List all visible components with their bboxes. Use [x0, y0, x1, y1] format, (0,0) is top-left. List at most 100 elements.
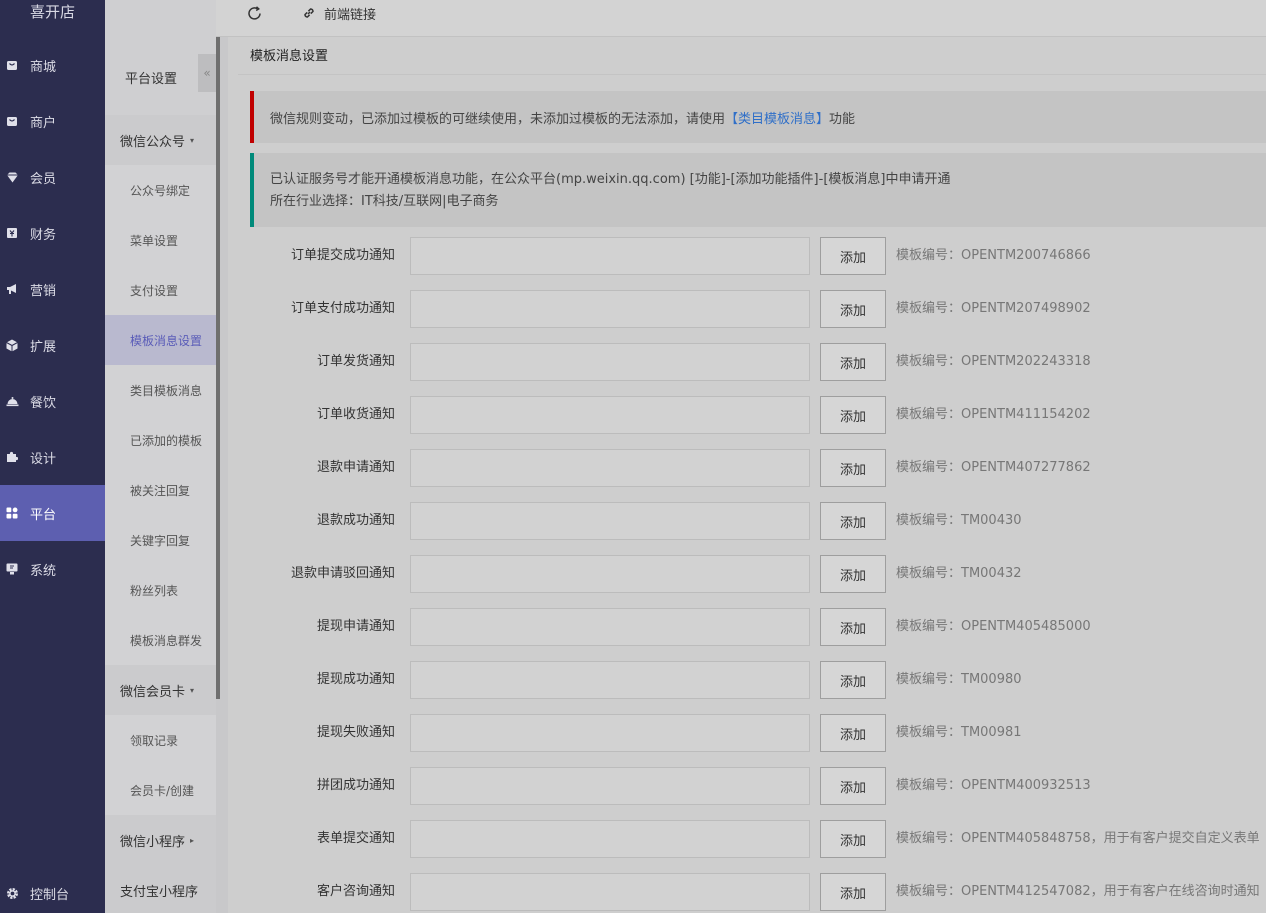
subnav-item-template-broadcast[interactable]: 模板消息群发	[105, 615, 216, 665]
subnav-group-label: 微信公众号	[120, 134, 186, 150]
template-row: 提现申请通知 添加 模板编号：OPENTM405485000	[228, 608, 1266, 646]
add-template-button[interactable]: 添加	[820, 502, 886, 540]
template-id-input[interactable]	[410, 767, 810, 805]
subnav-group-label: 微信会员卡	[120, 684, 186, 700]
subnav-item-card-create[interactable]: 会员卡/创建	[105, 765, 216, 815]
category-template-link[interactable]: 【类目模板消息】	[725, 108, 829, 127]
notice-line: 所在行业选择：IT科技/互联网|电子商务	[270, 194, 499, 209]
nav-item-label: 财务	[30, 227, 57, 243]
template-id-input[interactable]	[410, 343, 810, 381]
gear-icon	[5, 886, 19, 900]
subnav-item-keyword-reply[interactable]: 关键字回复	[105, 515, 216, 565]
nav-item-extend[interactable]: 扩展	[0, 317, 105, 373]
template-id-input[interactable]	[410, 290, 810, 328]
nav-item-label: 餐饮	[30, 395, 57, 411]
template-row: 客户咨询通知 添加 模板编号：OPENTM412547082，用于有客户在线咨询时通…	[228, 873, 1266, 911]
add-template-button[interactable]: 添加	[820, 449, 886, 487]
nav-item-finance[interactable]: 财务	[0, 205, 105, 261]
nav-item-label: 会员	[30, 171, 57, 187]
sidebar-scrollbar[interactable]	[216, 37, 220, 699]
add-template-button[interactable]: 添加	[820, 714, 886, 752]
subnav-item-payment-settings[interactable]: 支付设置	[105, 265, 216, 315]
template-row: 提现失败通知 添加 模板编号：TM00981	[228, 714, 1266, 752]
add-template-button[interactable]: 添加	[820, 661, 886, 699]
puzzle-icon	[5, 450, 19, 464]
template-row: 订单收货通知 添加 模板编号：OPENTM411154202	[228, 396, 1266, 434]
add-template-button[interactable]: 添加	[820, 555, 886, 593]
service-account-notice: 已认证服务号才能开通模板消息功能，在公众平台(mp.weixin.qq.com)…	[250, 153, 1266, 227]
subnav-item-menu-settings[interactable]: 菜单设置	[105, 215, 216, 265]
template-id-input[interactable]	[410, 396, 810, 434]
template-label: 订单提交成功通知	[290, 248, 395, 263]
template-id-input[interactable]	[410, 608, 810, 646]
add-template-button[interactable]: 添加	[820, 873, 886, 911]
monitor-icon	[5, 562, 19, 576]
subnav-item-account-binding[interactable]: 公众号绑定	[105, 165, 216, 215]
template-id-input[interactable]	[410, 873, 810, 911]
add-template-button[interactable]: 添加	[820, 343, 886, 381]
secondary-sidebar: 平台设置 « 微信公众号 ▾ 公众号绑定 菜单设置 支付设置 模板消息设置 类目…	[105, 0, 216, 913]
template-code: 模板编号：TM00980	[896, 672, 1022, 687]
nav-item-member[interactable]: 会员	[0, 149, 105, 205]
nav-item-merchant[interactable]: 商户	[0, 93, 105, 149]
store-icon	[5, 58, 19, 72]
add-template-button[interactable]: 添加	[820, 767, 886, 805]
nav-item-design[interactable]: 设计	[0, 429, 105, 485]
nav-item-label: 设计	[30, 451, 57, 467]
subnav-item-category-template[interactable]: 类目模板消息	[105, 365, 216, 415]
nav-item-store[interactable]: 商城	[0, 37, 105, 93]
subnav-group-wechat-official[interactable]: 微信公众号 ▾	[105, 115, 216, 165]
template-label: 订单发货通知	[316, 354, 395, 369]
refresh-button[interactable]	[247, 4, 262, 22]
template-code: 模板编号：TM00432	[896, 566, 1022, 581]
subnav-item-follow-reply[interactable]: 被关注回复	[105, 465, 216, 515]
subnav-item-template-message-settings[interactable]: 模板消息设置	[105, 315, 216, 365]
subnav-item-added-templates[interactable]: 已添加的模板	[105, 415, 216, 465]
template-id-input[interactable]	[410, 714, 810, 752]
template-label: 退款成功通知	[316, 513, 395, 528]
subnav-group-wechat-miniprogram[interactable]: 微信小程序 ▸	[105, 815, 216, 865]
brand-logo: 喜开店	[29, 3, 75, 21]
collapse-button[interactable]: «	[198, 54, 216, 92]
subnav-group-alipay-miniprogram[interactable]: 支付宝小程序	[105, 865, 216, 913]
template-id-input[interactable]	[410, 237, 810, 275]
nav-item-label: 平台	[30, 507, 57, 523]
add-template-button[interactable]: 添加	[820, 820, 886, 858]
console-label: 控制台	[30, 887, 70, 903]
template-label: 订单收货通知	[316, 407, 395, 422]
subnav-header: 平台设置 «	[105, 0, 216, 115]
template-id-input[interactable]	[410, 449, 810, 487]
subnav-group-wechat-card[interactable]: 微信会员卡 ▾	[105, 665, 216, 715]
notice-text: 微信规则变动，已添加过模板的可继续使用，未添加过模板的无法添加，请使用	[270, 111, 726, 127]
subnav-group-label: 支付宝小程序	[120, 884, 199, 900]
add-template-button[interactable]: 添加	[820, 290, 886, 328]
nav-item-dining[interactable]: 餐饮	[0, 373, 105, 429]
rule-change-notice: 微信规则变动，已添加过模板的可继续使用，未添加过模板的无法添加，请使用 【类目模…	[250, 91, 1266, 143]
console-link[interactable]: 控制台	[0, 878, 105, 908]
template-row: 订单提交成功通知 添加 模板编号：OPENTM200746866	[228, 237, 1266, 275]
add-template-button[interactable]: 添加	[820, 237, 886, 275]
template-code: 模板编号：OPENTM407277862	[896, 460, 1091, 475]
nav-item-system[interactable]: 系统	[0, 541, 105, 597]
finance-icon	[5, 226, 19, 240]
chevron-down-icon: ▾	[190, 135, 195, 145]
subnav-item-claim-records[interactable]: 领取记录	[105, 715, 216, 765]
main-content: 模板消息设置 微信规则变动，已添加过模板的可继续使用，未添加过模板的无法添加，请…	[228, 37, 1266, 913]
template-id-input[interactable]	[410, 661, 810, 699]
template-id-input[interactable]	[410, 555, 810, 593]
nav-item-marketing[interactable]: 营销	[0, 261, 105, 317]
template-id-input[interactable]	[410, 820, 810, 858]
nav-item-platform[interactable]: 平台	[0, 485, 105, 541]
template-label: 客户咨询通知	[316, 884, 395, 899]
merchant-icon	[5, 114, 19, 128]
member-icon	[5, 170, 19, 184]
divider	[238, 74, 1266, 75]
subnav-item-fans-list[interactable]: 粉丝列表	[105, 565, 216, 615]
template-code: 模板编号：OPENTM411154202	[896, 407, 1091, 422]
template-id-input[interactable]	[410, 502, 810, 540]
template-label: 提现失败通知	[316, 725, 395, 740]
frontend-link-button[interactable]: 前端链接	[302, 4, 376, 23]
add-template-button[interactable]: 添加	[820, 396, 886, 434]
add-template-button[interactable]: 添加	[820, 608, 886, 646]
template-row: 表单提交通知 添加 模板编号：OPENTM405848758，用于有客户提交自定义表…	[228, 820, 1266, 858]
